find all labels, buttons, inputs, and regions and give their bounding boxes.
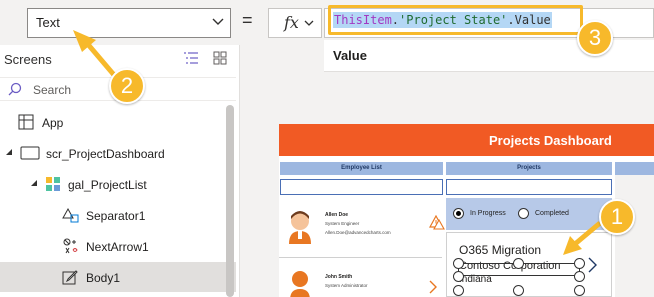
callout-badge-1: 1: [599, 199, 635, 235]
callout-badge-2: 2: [109, 68, 145, 104]
powerapps-studio: Text = fx ThisItem.'Project State'.Value…: [0, 0, 654, 297]
callout-badge-3: 3: [577, 20, 613, 56]
callout-arrows: [73, 30, 602, 255]
